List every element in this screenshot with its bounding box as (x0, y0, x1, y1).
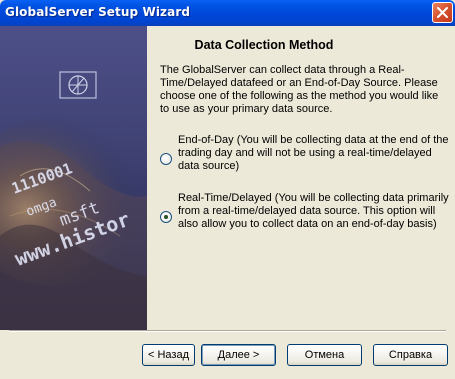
radio-selected-dot (164, 215, 168, 219)
option-end-of-day-label[interactable]: End-of-Day (You will be collecting data … (178, 134, 450, 173)
back-button[interactable]: < Назад (142, 344, 195, 366)
intro-text: The GlobalServer can collect data throug… (160, 64, 439, 115)
option-real-time-delayed-label[interactable]: Real-Time/Delayed (You will be collectin… (178, 192, 450, 231)
cancel-button[interactable]: Отмена (287, 344, 362, 366)
radio-end-of-day[interactable] (160, 153, 172, 165)
next-button[interactable]: Далее > (201, 344, 276, 366)
button-separator (9, 330, 446, 332)
wizard-side-banner: 1110001 omga msft www.histor (0, 26, 147, 330)
page-title: Data Collection Method (194, 38, 334, 52)
banner-artwork: 1110001 omga msft www.histor (0, 26, 147, 330)
setup-wizard-window: GlobalServer Setup Wizard 1110001 omga m… (0, 0, 455, 379)
close-icon (437, 7, 448, 18)
radio-real-time-delayed[interactable] (160, 211, 172, 223)
window-title: GlobalServer Setup Wizard (5, 5, 191, 19)
help-button[interactable]: Справка (373, 344, 448, 366)
close-button[interactable] (432, 2, 453, 23)
title-bar[interactable]: GlobalServer Setup Wizard (0, 0, 455, 26)
